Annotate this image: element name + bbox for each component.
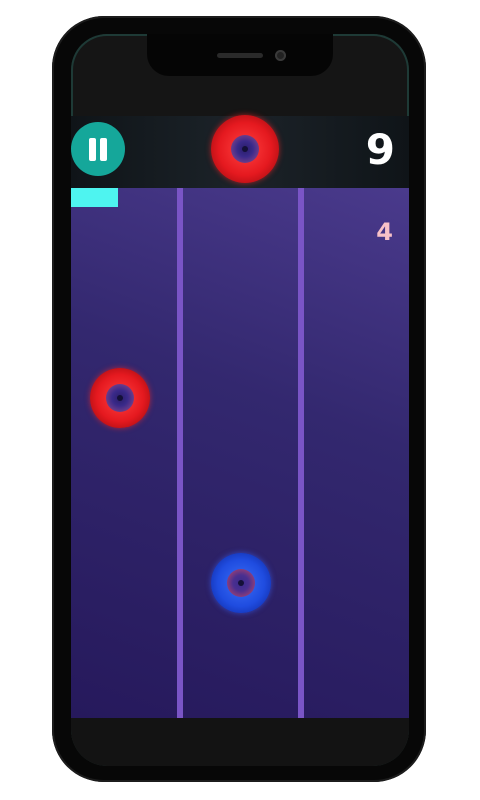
timer-progress-bar [71, 188, 118, 207]
game-screen: 9 4 [71, 34, 409, 766]
bottom-bar [71, 718, 409, 766]
disc-core [238, 580, 244, 586]
next-disc-indicator [211, 115, 279, 183]
speaker-grille [217, 53, 263, 58]
game-hud: 9 [71, 115, 409, 188]
disc-core [242, 146, 248, 152]
pause-icon [89, 138, 96, 161]
player-disc-blue[interactable] [211, 553, 271, 613]
phone-frame: 9 4 [52, 16, 426, 782]
lane-divider-left [177, 188, 183, 718]
pause-button[interactable] [71, 122, 125, 176]
combo-counter: 4 [376, 218, 393, 246]
disc-core [117, 395, 123, 401]
lane-divider-right [298, 188, 304, 718]
falling-disc-red[interactable] [90, 368, 150, 428]
phone-notch [147, 34, 333, 76]
score-counter: 9 [365, 125, 395, 174]
pause-icon-bar [100, 138, 107, 161]
play-field[interactable]: 4 [71, 188, 409, 718]
front-camera [275, 50, 286, 61]
